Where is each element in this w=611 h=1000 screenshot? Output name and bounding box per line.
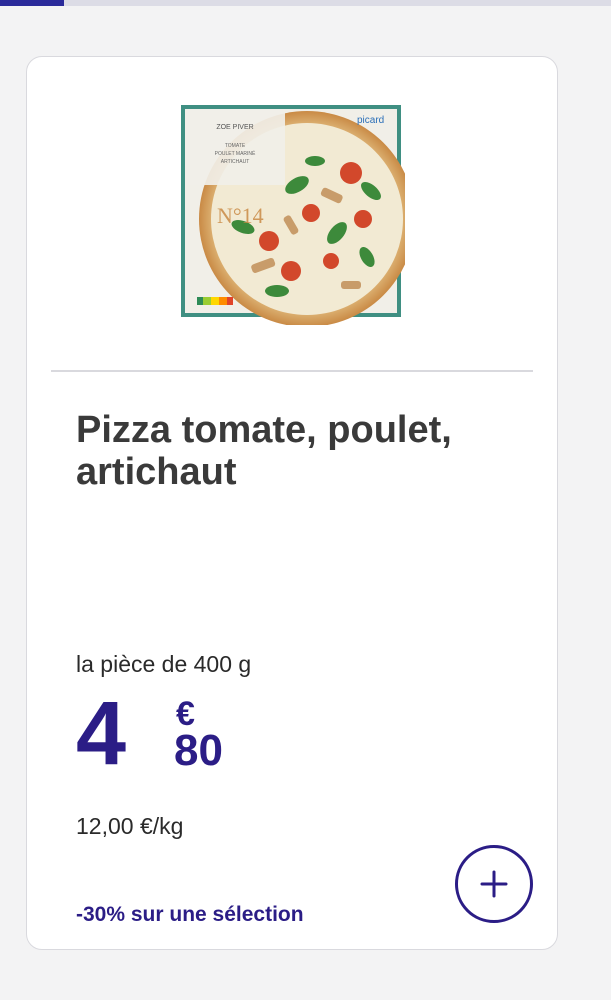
price-integer: 4 bbox=[76, 684, 127, 784]
product-image[interactable]: ZOE PIVER TOMATE POULET MARINÉ ARTICHAUT… bbox=[181, 101, 415, 327]
product-card[interactable]: ZOE PIVER TOMATE POULET MARINÉ ARTICHAUT… bbox=[26, 56, 558, 950]
plus-icon bbox=[480, 870, 508, 898]
top-progress-bar bbox=[0, 0, 611, 6]
svg-text:picard: picard bbox=[357, 115, 384, 126]
price-decimals: 80 bbox=[174, 726, 223, 775]
add-to-cart-button[interactable] bbox=[455, 845, 533, 923]
pizza-box-image: ZOE PIVER TOMATE POULET MARINÉ ARTICHAUT… bbox=[181, 105, 415, 327]
promo-text[interactable]: -30% sur une sélection bbox=[76, 903, 304, 927]
price-per-kg: 12,00 €/kg bbox=[76, 813, 184, 839]
product-title[interactable]: Pizza tomate, poulet, artichaut bbox=[76, 409, 506, 493]
active-tab-indicator bbox=[0, 0, 64, 6]
card-divider bbox=[51, 370, 533, 372]
svg-text:POULET MARINÉ: POULET MARINÉ bbox=[215, 150, 256, 157]
unit-label: la pièce de 400 g bbox=[76, 651, 252, 677]
svg-text:ARTICHAUT: ARTICHAUT bbox=[221, 159, 250, 165]
svg-text:N°14: N°14 bbox=[217, 203, 264, 228]
svg-text:ZOE PIVER: ZOE PIVER bbox=[216, 124, 253, 131]
svg-text:TOMATE: TOMATE bbox=[225, 143, 246, 149]
